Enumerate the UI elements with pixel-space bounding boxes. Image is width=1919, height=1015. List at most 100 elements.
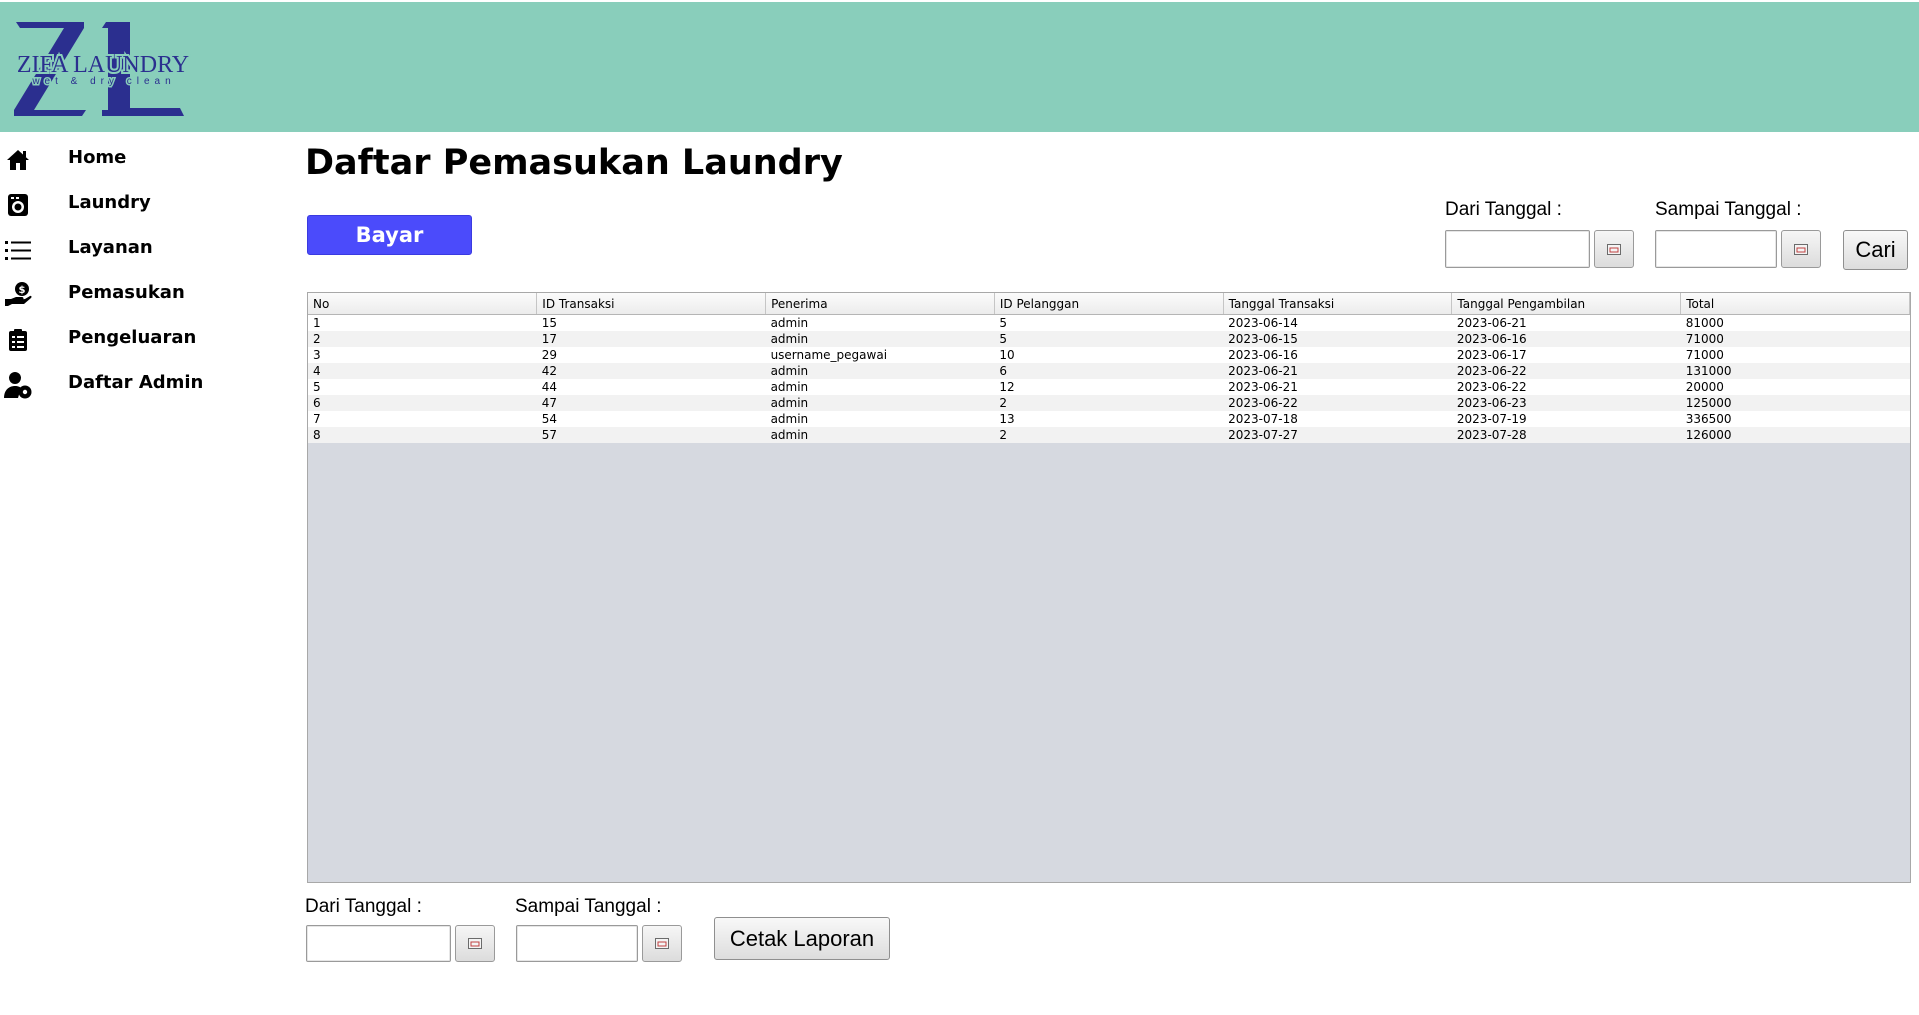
- table-cell: 2023-06-21: [1228, 380, 1298, 394]
- table-cell: 2: [313, 332, 321, 346]
- sidebar-item-laundry[interactable]: Laundry: [0, 183, 290, 228]
- table-row[interactable]: 8 57 admin 2 2023-07-27 2023-07-28 12600…: [308, 427, 1910, 443]
- sidebar-item-daftar-admin[interactable]: Daftar Admin: [0, 363, 290, 408]
- filter-from-label: Dari Tanggal :: [1445, 199, 1562, 220]
- column-header[interactable]: ID Pelanggan: [994, 293, 1224, 315]
- calendar-icon: [1794, 240, 1808, 259]
- table-row[interactable]: 7 54 admin 13 2023-07-18 2023-07-19 3365…: [308, 411, 1910, 427]
- cari-button[interactable]: Cari: [1843, 230, 1908, 270]
- table-row[interactable]: 3 29 username_pegawai 10 2023-06-16 2023…: [308, 347, 1910, 363]
- calendar-icon: [655, 934, 669, 953]
- table-cell: 20000: [1685, 380, 1724, 394]
- table-cell: 54: [541, 412, 558, 426]
- filter-from-date-field[interactable]: [1445, 230, 1590, 268]
- table-cell: admin: [770, 412, 809, 426]
- sidebar-item-label: Daftar Admin: [68, 372, 204, 393]
- sidebar-nav: Home Laundry Layanan $ Pemasukan Pengelu…: [0, 138, 290, 408]
- table-cell: 5: [313, 380, 321, 394]
- table-cell: 125000: [1685, 396, 1732, 410]
- sidebar-item-label: Pemasukan: [68, 282, 185, 303]
- column-header[interactable]: ID Transaksi: [536, 293, 767, 315]
- table-cell: 2023-06-21: [1228, 364, 1298, 378]
- table-cell: 336500: [1685, 412, 1732, 426]
- report-to-calendar-button[interactable]: [642, 925, 682, 962]
- table-cell: 2023-07-19: [1456, 412, 1527, 426]
- table-row[interactable]: 1 15 admin 5 2023-06-14 2023-06-21 81000: [308, 314, 1910, 331]
- table-cell: 2023-06-16: [1456, 332, 1527, 346]
- table-cell: 10: [999, 348, 1015, 362]
- column-header[interactable]: Penerima: [765, 293, 995, 315]
- report-from-calendar-button[interactable]: [455, 925, 495, 962]
- table-cell: 2023-06-23: [1456, 396, 1527, 410]
- clipboard-icon: [4, 326, 32, 354]
- logo-tagline: wet & dry clean: [31, 76, 175, 87]
- table-cell: 5: [999, 316, 1007, 330]
- table-cell: 2023-06-15: [1228, 332, 1298, 346]
- sidebar-item-pemasukan[interactable]: $ Pemasukan: [0, 273, 290, 318]
- table-row[interactable]: 4 42 admin 6 2023-06-21 2023-06-22 13100…: [308, 363, 1910, 379]
- sidebar-item-label: Laundry: [68, 192, 151, 213]
- table-cell: 131000: [1685, 364, 1732, 378]
- table-header-row: No ID Transaksi Penerima ID Pelanggan Ta…: [308, 293, 1910, 315]
- table-row[interactable]: 2 17 admin 5 2023-06-15 2023-06-16 71000: [308, 331, 1910, 347]
- table-cell: 44: [541, 380, 558, 394]
- filter-to-label: Sampai Tanggal :: [1655, 199, 1802, 220]
- table-cell: 71000: [1685, 332, 1724, 346]
- calendar-icon: [1607, 240, 1621, 259]
- table-cell: 1: [313, 316, 321, 330]
- table-cell: 2023-07-28: [1456, 428, 1527, 442]
- svg-text:$: $: [19, 285, 26, 296]
- table-cell: admin: [770, 316, 809, 330]
- column-header[interactable]: No: [308, 293, 538, 315]
- table-cell: 2023-06-22: [1228, 396, 1298, 410]
- table-cell: 15: [541, 316, 558, 330]
- table-cell: admin: [770, 396, 809, 410]
- sidebar-item-label: Home: [68, 147, 127, 168]
- filter-to-date-field[interactable]: [1655, 230, 1777, 268]
- table-cell: 6: [313, 396, 321, 410]
- table-cell: 2023-06-21: [1456, 316, 1527, 330]
- logo-wordmark: ZIFA LAUNDRY: [17, 52, 189, 78]
- table-row[interactable]: 6 47 admin 2 2023-06-22 2023-06-23 12500…: [308, 395, 1910, 411]
- filter-to-calendar-button[interactable]: [1781, 230, 1821, 268]
- table-row[interactable]: 5 44 admin 12 2023-06-21 2023-06-22 2000…: [308, 379, 1910, 395]
- washing-machine-icon: [4, 191, 32, 219]
- table-cell: admin: [770, 364, 809, 378]
- table-cell: 6: [999, 364, 1007, 378]
- table-cell: 2023-06-22: [1456, 380, 1527, 394]
- bayar-button[interactable]: Bayar: [307, 215, 472, 255]
- table-cell: 47: [541, 396, 558, 410]
- table-cell: 2023-06-14: [1228, 316, 1298, 330]
- table-cell: 7: [313, 412, 321, 426]
- column-header[interactable]: Total: [1680, 293, 1910, 315]
- sidebar-item-pengeluaran[interactable]: Pengeluaran: [0, 318, 290, 363]
- report-from-date-field[interactable]: [306, 925, 451, 962]
- table-cell: 126000: [1685, 428, 1732, 442]
- report-from-label: Dari Tanggal :: [305, 896, 422, 917]
- report-to-label: Sampai Tanggal :: [515, 896, 662, 917]
- sidebar-item-layanan[interactable]: Layanan: [0, 228, 290, 273]
- hand-coin-icon: $: [4, 281, 32, 309]
- page-title: Daftar Pemasukan Laundry: [305, 143, 843, 183]
- admin-user-icon: [4, 371, 32, 399]
- table-cell: 57: [541, 428, 558, 442]
- table-cell: 81000: [1685, 316, 1724, 330]
- report-to-date-field[interactable]: [516, 925, 638, 962]
- table-cell: 2023-06-22: [1456, 364, 1527, 378]
- calendar-icon: [468, 934, 482, 953]
- table-cell: 2023-06-16: [1228, 348, 1298, 362]
- table-cell: 29: [541, 348, 558, 362]
- column-header[interactable]: Tanggal Transaksi: [1223, 293, 1453, 315]
- home-icon: [4, 146, 32, 174]
- table-cell: 13: [999, 412, 1015, 426]
- table-cell: 3: [313, 348, 321, 362]
- table-cell: 12: [999, 380, 1015, 394]
- filter-from-calendar-button[interactable]: [1594, 230, 1634, 268]
- column-header[interactable]: Tanggal Pengambilan: [1451, 293, 1682, 315]
- app-header: ZIFA LAUNDRY wet & dry clean: [0, 2, 1919, 132]
- pemasukan-table: No ID Transaksi Penerima ID Pelanggan Ta…: [307, 292, 1911, 883]
- sidebar-item-home[interactable]: Home: [0, 138, 290, 183]
- cetak-laporan-button[interactable]: Cetak Laporan: [714, 917, 890, 960]
- table-cell: 17: [541, 332, 558, 346]
- table-cell: 8: [313, 428, 321, 442]
